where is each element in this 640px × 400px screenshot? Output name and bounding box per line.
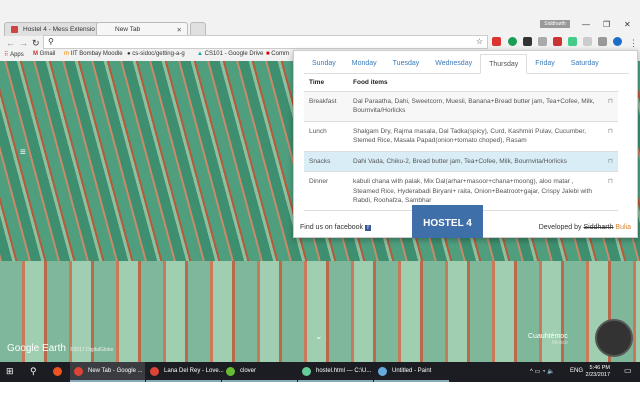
taskbar-paint[interactable]: Untitled - Paint (374, 362, 449, 382)
taskbar-chrome-lana[interactable]: Lana Del Rey - Love... (146, 362, 224, 382)
meal-time: Snacks (304, 151, 348, 173)
globe-icon[interactable] (595, 319, 633, 357)
taskbar: ⊞ ⚲ New Tab - Google ... Lana Del Rey - … (0, 362, 640, 382)
star-icon[interactable]: ☆ (476, 37, 483, 46)
meal-items: Dal Paraatha, Dahi, Sweetcorn, Muesli, B… (348, 91, 603, 122)
time-header: Time (304, 74, 348, 92)
food-header: Food items (348, 74, 603, 92)
bookmark-icon[interactable]: ⊓ (602, 171, 618, 212)
tab-new-tab[interactable]: New Tab ✕ (96, 22, 188, 36)
location-label[interactable]: Cuauhtémoc Mexico (528, 333, 568, 346)
extension-popup: Sunday Monday Tuesday Wednesday Thursday… (293, 50, 638, 238)
close-window-button[interactable]: ✕ (624, 20, 631, 29)
bookmark-icon[interactable]: ⊓ (602, 121, 618, 152)
minimize-button[interactable]: — (582, 20, 590, 29)
extension-icon[interactable] (568, 37, 577, 46)
forward-icon[interactable]: → (19, 38, 28, 48)
chevron-down-icon[interactable]: ⌄ (315, 331, 323, 342)
tab-saturday[interactable]: Saturday (563, 54, 607, 74)
facebook-icon: f (365, 225, 371, 231)
bookmark-icon[interactable]: ⊓ (602, 91, 618, 122)
tab-wednesday[interactable]: Wednesday (427, 54, 480, 74)
mail-extension-icon[interactable] (492, 37, 501, 46)
pocket-icon[interactable] (553, 37, 562, 46)
facebook-link[interactable]: Find us on facebook f (300, 224, 371, 231)
table-row: Snacks Dahi Vada, Chiku-2, Bread butter j… (304, 151, 618, 173)
hostel4-logo: HOSTEL 4 (412, 205, 483, 238)
notification-icon[interactable]: ▭ (624, 362, 632, 382)
bookmark-moodle[interactable]: m IIT Bombay Moodle (64, 51, 123, 57)
back-icon[interactable]: ← (6, 38, 15, 48)
hostel4-extension-icon[interactable] (613, 37, 622, 46)
developer-credit: Developed by Siddharth Bulia (538, 224, 631, 231)
restore-button[interactable]: ❐ (603, 20, 610, 29)
bookmark-github[interactable]: ● cs-sidoc/getting-a-g (127, 51, 185, 57)
taskbar-clover[interactable]: clover (222, 362, 297, 382)
tab-tuesday[interactable]: Tuesday (385, 54, 428, 74)
clock[interactable]: 5:46 PM 2/23/2017 (586, 365, 610, 379)
day-tabs: Sunday Monday Tuesday Wednesday Thursday… (304, 54, 629, 74)
extension-icon[interactable] (598, 37, 607, 46)
profile-button[interactable]: Siddharth (540, 20, 570, 28)
search-icon[interactable]: ⚲ (30, 362, 37, 382)
reload-icon[interactable]: ↻ (32, 38, 40, 49)
menu-icon[interactable]: ≡ (20, 147, 26, 158)
bookmark-gmail[interactable]: M Gmail (33, 51, 55, 57)
table-row: Breakfast Dal Paraatha, Dahi, Sweetcorn, … (304, 91, 618, 122)
menu-icon[interactable]: ⋮ (629, 38, 638, 49)
bookmark-icon[interactable]: ⊓ (602, 151, 618, 173)
taskbar-chrome-newtab[interactable]: New Tab - Google ... (70, 362, 145, 382)
address-bar[interactable]: ⚲ ☆ (43, 35, 488, 49)
tab-label: Hostel 4 - Mess Extensio (23, 26, 95, 33)
meal-items: Dahi Vada, Chiku-2, Bread butter jam, Te… (348, 151, 603, 173)
search-icon: ⚲ (48, 37, 54, 46)
taskbar-atom-hostel[interactable]: hostel.html — C:\U... (298, 362, 373, 382)
grammarly-icon[interactable] (508, 37, 517, 46)
tab-friday[interactable]: Friday (527, 54, 562, 74)
meal-time: Dinner (304, 171, 348, 212)
google-earth-logo: Google Earth ©2017 DigitalGlobe (7, 343, 114, 354)
cloud-icon[interactable] (538, 37, 547, 46)
tab-thursday[interactable]: Thursday (480, 54, 528, 74)
bookmark-comm[interactable]: ■ Comm (266, 51, 289, 57)
hostel-favicon-icon (11, 26, 18, 33)
language-indicator[interactable]: ENG (570, 362, 583, 382)
meal-time: Breakfast (304, 91, 348, 122)
tab-label: New Tab (115, 26, 141, 33)
tab-sunday[interactable]: Sunday (304, 54, 344, 74)
meal-time: Lunch (304, 121, 348, 152)
tab-monday[interactable]: Monday (344, 54, 385, 74)
bookmark-apps[interactable]: ⠿ Apps (4, 51, 24, 58)
new-tab-button[interactable] (190, 22, 206, 36)
close-icon[interactable]: ✕ (177, 26, 182, 34)
download-icon[interactable] (583, 37, 592, 46)
extension-icon[interactable] (523, 37, 532, 46)
tray-icons[interactable]: ^ ▭ ◔ 🔈 (530, 362, 555, 382)
windows-start-icon[interactable]: ⊞ (6, 362, 14, 382)
table-row: Lunch Shalgam Dry, Rajma masala, Dal Tadk… (304, 121, 618, 152)
developer-link[interactable]: Bulia (615, 224, 631, 231)
menu-table: Time Food items Breakfast Dal Paraatha, Da… (304, 74, 618, 212)
meal-items: Shalgam Dry, Rajma masala, Dal Tadka(spi… (348, 121, 603, 152)
bookmark-drive[interactable]: ▲ CS101 - Google Drive (197, 51, 263, 57)
